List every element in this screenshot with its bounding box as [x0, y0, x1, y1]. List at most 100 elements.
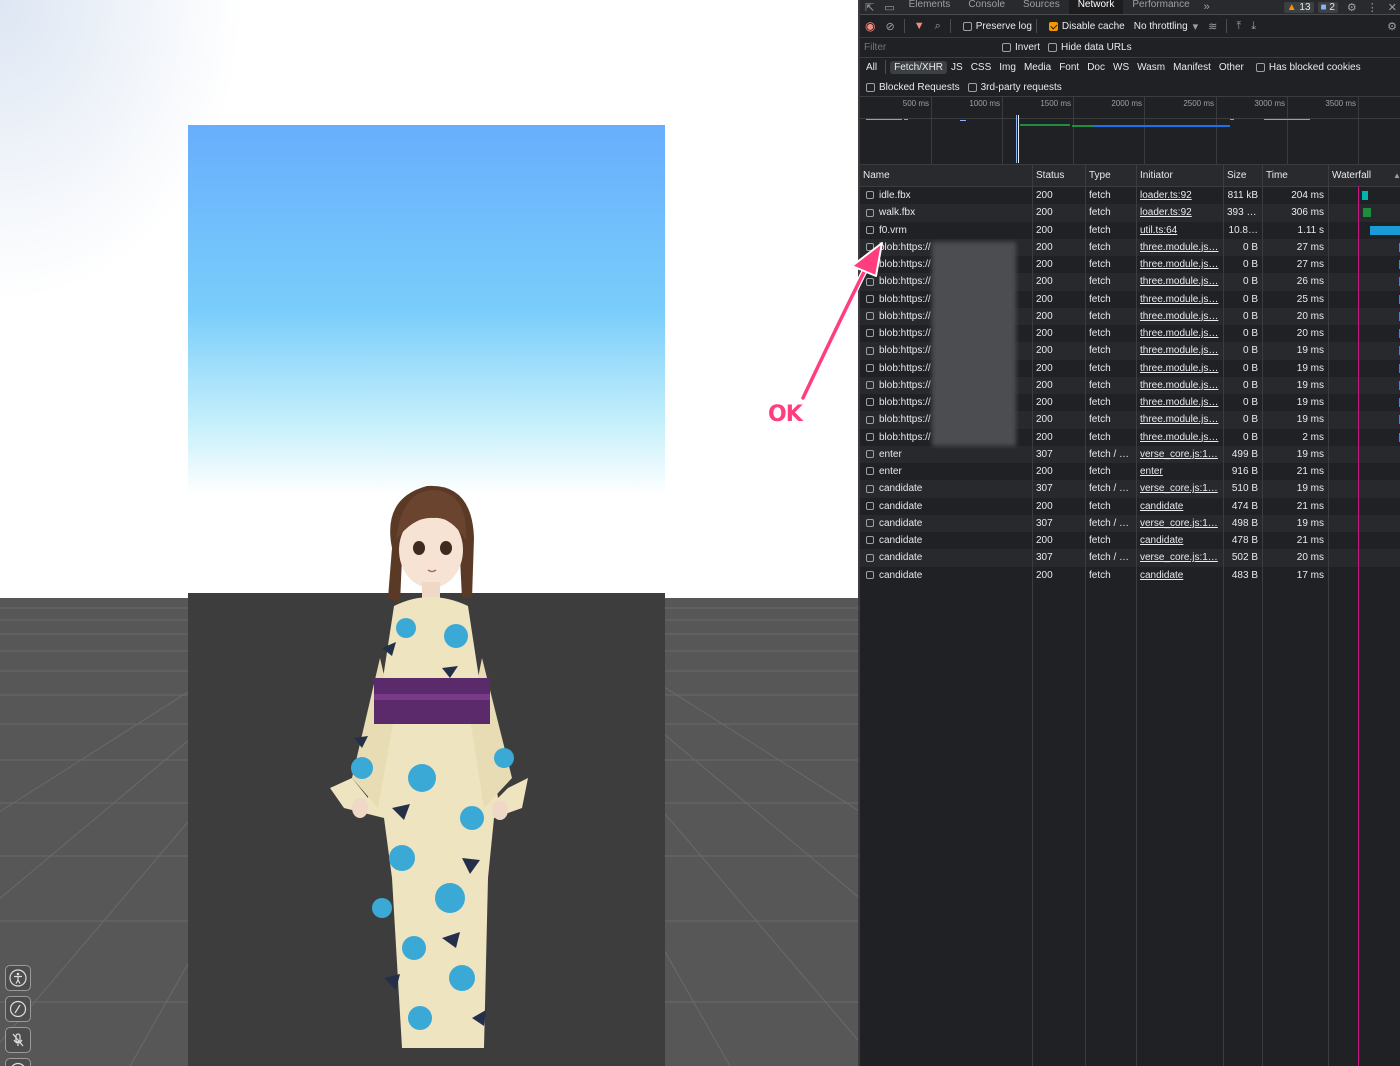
column-size[interactable]: Size [1224, 165, 1262, 186]
record-stop-icon[interactable]: ◉ [860, 19, 880, 33]
row-name-cell[interactable]: enter [860, 446, 1032, 463]
chevron-down-icon[interactable]: ▾ [1188, 20, 1204, 33]
row-checkbox[interactable] [866, 277, 874, 286]
row-checkbox[interactable] [866, 208, 874, 217]
row-checkbox[interactable] [866, 467, 874, 476]
invert-checkbox[interactable] [1002, 43, 1011, 52]
type-filter-js[interactable]: JS [947, 61, 967, 74]
close-icon[interactable]: ✕ [1383, 1, 1400, 14]
row-name-cell[interactable]: candidate [860, 480, 1032, 497]
throttling-select[interactable]: No throttling [1134, 21, 1188, 32]
inspect-icon[interactable]: ⇱ [860, 1, 879, 14]
column-divider[interactable] [1136, 165, 1137, 1066]
row-checkbox[interactable] [866, 432, 874, 441]
device-toggle-icon[interactable]: ▭ [879, 1, 899, 14]
row-name-cell[interactable]: enter [860, 463, 1032, 480]
type-filter-doc[interactable]: Doc [1083, 61, 1109, 74]
row-initiator[interactable]: three.module.js… [1137, 342, 1223, 359]
3d-viewport[interactable] [0, 0, 858, 1066]
row-initiator[interactable]: three.module.js… [1137, 429, 1223, 446]
column-type[interactable]: Type [1086, 165, 1136, 186]
row-checkbox[interactable] [866, 225, 874, 234]
row-checkbox[interactable] [866, 553, 874, 562]
more-tabs-button[interactable]: » [1199, 1, 1215, 13]
row-initiator[interactable]: three.module.js… [1137, 411, 1223, 428]
tab-performance[interactable]: Performance [1123, 0, 1198, 14]
row-checkbox[interactable] [866, 312, 874, 321]
table-row[interactable]: candidate 307 fetch / … verse_core.js:1… 498… [860, 514, 1400, 532]
column-status[interactable]: Status [1033, 165, 1085, 186]
type-filter-other[interactable]: Other [1215, 61, 1248, 74]
table-row[interactable]: candidate 307 fetch / … verse_core.js:1… 502… [860, 549, 1400, 567]
column-divider[interactable] [1328, 165, 1329, 1066]
row-initiator[interactable]: three.module.js… [1137, 394, 1223, 411]
table-row[interactable]: walk.fbx 200 fetch loader.ts:92 393 kB 306 ms [860, 204, 1400, 222]
type-filter-all[interactable]: All [862, 61, 881, 74]
row-name-cell[interactable]: candidate [860, 515, 1032, 532]
row-checkbox[interactable] [866, 191, 874, 200]
accessibility-button[interactable] [5, 965, 31, 991]
row-checkbox[interactable] [866, 519, 874, 528]
row-initiator[interactable]: verse_core.js:1… [1137, 515, 1223, 532]
row-name-cell[interactable]: candidate [860, 567, 1032, 584]
table-row[interactable]: enter 200 fetch enter 916 B 21 ms [860, 463, 1400, 480]
column-divider[interactable] [1223, 165, 1224, 1066]
column-divider[interactable] [1262, 165, 1263, 1066]
third-party-checkbox[interactable] [967, 82, 977, 92]
row-name-cell[interactable]: candidate [860, 532, 1032, 549]
row-checkbox[interactable] [866, 260, 874, 269]
row-initiator[interactable]: three.module.js… [1137, 377, 1223, 394]
row-initiator[interactable]: three.module.js… [1137, 291, 1223, 308]
row-checkbox[interactable] [866, 243, 874, 252]
network-conditions-icon[interactable]: ≋ [1203, 20, 1222, 33]
row-initiator[interactable]: enter [1137, 463, 1223, 480]
row-checkbox[interactable] [866, 570, 874, 579]
import-har-icon[interactable]: ⤒ [1231, 20, 1246, 33]
row-checkbox[interactable] [866, 450, 874, 459]
column-divider[interactable] [1085, 165, 1086, 1066]
clear-icon[interactable]: ⊘ [880, 20, 899, 33]
preserve-log-checkbox[interactable] [962, 21, 972, 31]
tab-console[interactable]: Console [959, 0, 1014, 14]
filter-funnel-icon[interactable]: ▼ [909, 20, 930, 32]
row-checkbox[interactable] [866, 381, 874, 390]
type-filter-media[interactable]: Media [1020, 61, 1055, 74]
type-filter-css[interactable]: CSS [967, 61, 996, 74]
type-filter-font[interactable]: Font [1055, 61, 1083, 74]
table-row[interactable]: idle.fbx 200 fetch loader.ts:92 811 kB 204 ms [860, 187, 1400, 204]
blocked-requests-checkbox[interactable] [866, 82, 875, 92]
settings-gear-icon[interactable]: ⚙ [1342, 1, 1362, 14]
tab-network[interactable]: Network [1068, 0, 1124, 14]
sort-up-icon[interactable]: ▲ [1390, 165, 1400, 186]
filter-input[interactable] [864, 40, 994, 55]
row-initiator[interactable]: candidate [1137, 567, 1223, 584]
mic-toggle-button[interactable] [5, 1027, 31, 1053]
table-row[interactable]: candidate 200 fetch candidate 474 B 21 ms [860, 498, 1400, 515]
row-initiator[interactable]: verse_core.js:1… [1137, 480, 1223, 497]
row-checkbox[interactable] [866, 415, 874, 424]
warnings-badge[interactable]: ▲ 13 [1283, 1, 1314, 13]
network-overview-timeline[interactable]: 500 ms 1000 ms 1500 ms 2000 ms 2500 ms 3… [860, 97, 1400, 165]
row-initiator[interactable]: three.module.js… [1137, 256, 1223, 273]
kebab-menu-icon[interactable]: ⋮ [1362, 1, 1383, 14]
row-checkbox[interactable] [866, 346, 874, 355]
row-checkbox[interactable] [866, 536, 874, 545]
row-name-cell[interactable]: candidate [860, 498, 1032, 515]
row-checkbox[interactable] [866, 363, 874, 372]
table-row[interactable]: candidate 200 fetch candidate 483 B 17 ms [860, 567, 1400, 584]
search-icon[interactable]: ⌕ [930, 20, 946, 33]
row-initiator[interactable]: three.module.js… [1137, 239, 1223, 256]
table-row[interactable]: f0.vrm 200 fetch util.ts:64 10.8… 1.11 s [860, 222, 1400, 239]
tab-elements[interactable]: Elements [900, 0, 960, 14]
row-initiator[interactable]: loader.ts:92 [1137, 204, 1223, 221]
column-name[interactable]: Name [860, 165, 1032, 186]
tab-sources[interactable]: Sources [1014, 0, 1069, 14]
table-row[interactable]: candidate 200 fetch candidate 478 B 21 ms [860, 532, 1400, 549]
row-initiator[interactable]: three.module.js… [1137, 273, 1223, 290]
type-filter-fetch-xhr[interactable]: Fetch/XHR [890, 60, 948, 74]
row-initiator[interactable]: loader.ts:92 [1137, 187, 1223, 204]
row-name-cell[interactable]: idle.fbx [860, 187, 1032, 204]
row-initiator[interactable]: util.ts:64 [1137, 222, 1223, 239]
type-filter-wasm[interactable]: Wasm [1133, 61, 1169, 74]
column-time[interactable]: Time [1263, 165, 1328, 186]
